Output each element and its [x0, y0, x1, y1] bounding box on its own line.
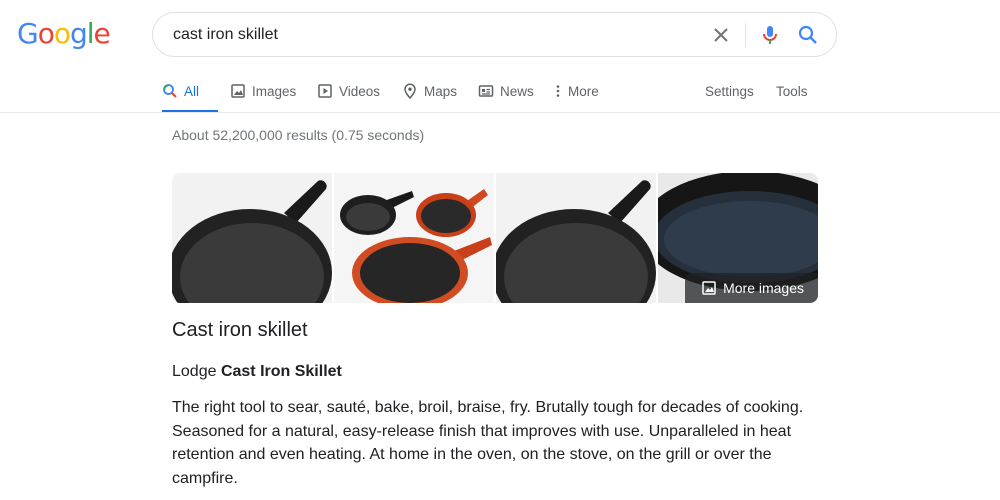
search-box [152, 12, 837, 57]
image-strip: More images [172, 173, 818, 303]
image-thumbnail[interactable]: More images [658, 173, 818, 303]
image-thumbnail[interactable] [496, 173, 656, 303]
logo-letter: e [93, 17, 111, 50]
tab-more[interactable]: More [554, 70, 599, 112]
image-icon [702, 281, 716, 295]
tab-label: Images [252, 83, 297, 99]
tools-link[interactable]: Tools [776, 70, 808, 112]
search-icon[interactable] [796, 23, 820, 47]
image-icon [231, 84, 245, 98]
search-input[interactable] [173, 13, 693, 56]
tabs-divider [0, 112, 1000, 113]
more-vert-icon [556, 85, 560, 97]
tab-label: More [568, 83, 599, 99]
google-logo[interactable]: G o o g l e [17, 17, 111, 50]
logo-letter: l [86, 17, 95, 50]
image-thumbnail[interactable] [172, 173, 332, 303]
close-icon[interactable] [709, 23, 733, 47]
skillet-image [496, 173, 656, 303]
logo-letter: g [69, 17, 88, 50]
tab-images[interactable]: Images [230, 70, 296, 112]
news-icon [478, 85, 494, 97]
mic-icon[interactable] [758, 23, 782, 47]
subtitle-plain: Lodge [172, 363, 221, 380]
tab-maps[interactable]: Maps [402, 70, 457, 112]
map-pin-icon [404, 83, 416, 99]
skillet-image [172, 173, 332, 303]
tab-label: Maps [424, 83, 458, 99]
video-icon [318, 84, 332, 98]
image-thumbnail[interactable] [334, 173, 494, 303]
subtitle-bold: Cast Iron Skillet [220, 363, 342, 380]
result-stats: About 52,200,000 results (0.75 seconds) [172, 127, 425, 143]
tab-label: News [500, 83, 534, 99]
tab-news[interactable]: News [478, 70, 534, 112]
knowledge-panel-title: Cast iron skillet [172, 319, 308, 341]
logo-letter: o [53, 17, 71, 50]
search-icon [163, 84, 177, 98]
more-images-button[interactable]: More images [685, 273, 818, 303]
logo-letter: o [37, 17, 55, 50]
knowledge-panel-description: The right tool to sear, sauté, bake, bro… [172, 399, 804, 487]
tab-videos[interactable]: Videos [317, 70, 380, 112]
tab-all[interactable]: All [162, 70, 218, 113]
skillet-image [334, 173, 494, 303]
logo-letter: G [17, 17, 39, 50]
more-images-label: More images [723, 280, 804, 296]
tab-label: Videos [339, 83, 381, 99]
search-divider [745, 23, 746, 47]
settings-link[interactable]: Settings [705, 70, 754, 112]
knowledge-panel-subtitle: Lodge Cast Iron Skillet [172, 363, 342, 381]
tab-label: All [184, 83, 200, 99]
